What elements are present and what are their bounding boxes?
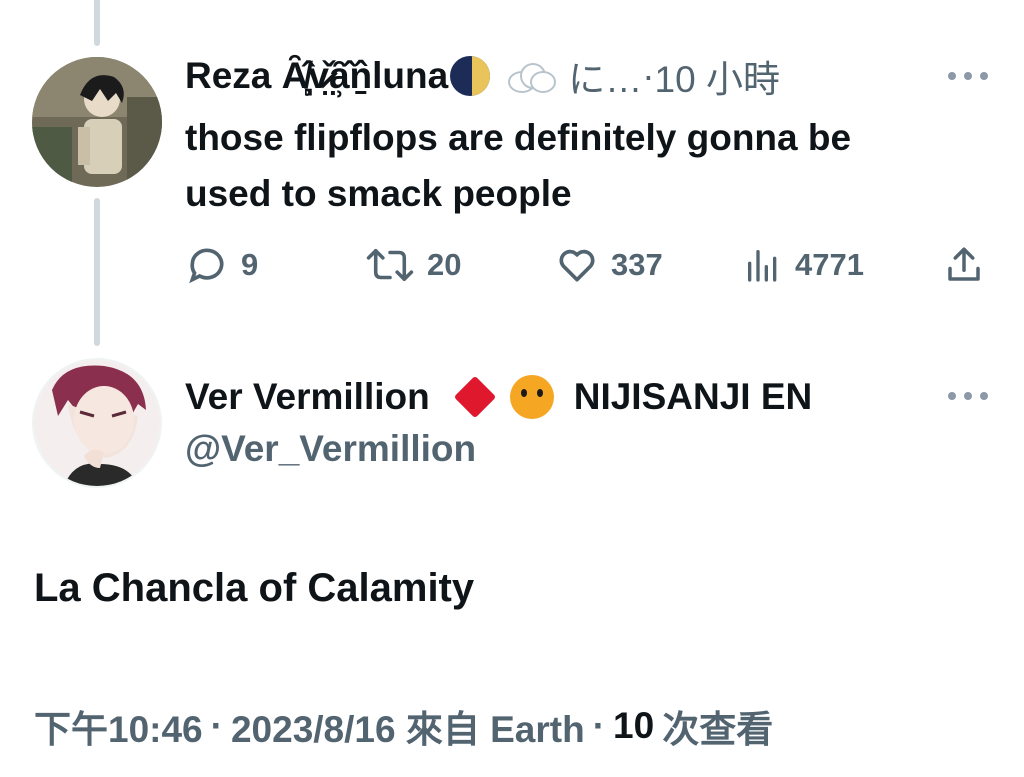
tweet-date-source[interactable]: 2023/8/16 來自 Earth — [231, 699, 585, 753]
tweet-author-handle[interactable]: @Ver_Vermillion — [185, 428, 476, 470]
red-diamond-icon — [453, 375, 496, 419]
reply-time-separator: · — [642, 55, 655, 96]
tweet-views-count: 10 — [613, 705, 655, 746]
thread-line — [94, 0, 100, 46]
tweet-author-line[interactable]: Ver Vermillion NIJISANJI EN — [185, 372, 812, 422]
tweet-meta: 下午10:46 · 2023/8/16 來自 Earth · 10 次查看 — [34, 700, 773, 752]
reply-author-avatar[interactable] — [32, 57, 162, 187]
waning-moon-icon — [450, 56, 491, 96]
like-count: 337 — [611, 247, 663, 282]
tweet-more-options-icon[interactable] — [948, 391, 988, 401]
share-icon — [948, 247, 980, 281]
tweet-author-org[interactable]: NIJISANJI EN — [574, 376, 813, 418]
meta-separator: · — [210, 705, 223, 746]
reply-button[interactable]: 9 — [185, 240, 258, 290]
tweet-views-label: 次查看 — [662, 709, 774, 750]
like-button[interactable]: 337 — [555, 240, 663, 290]
retweet-button[interactable]: 20 — [365, 240, 461, 290]
retweet-count: 20 — [427, 247, 462, 282]
meta-separator: · — [592, 705, 606, 746]
view-count: 4771 — [795, 247, 864, 282]
analytics-icon — [748, 250, 777, 282]
comment-icon — [189, 248, 224, 284]
heart-icon — [559, 249, 595, 282]
reply-author-handle[interactable]: に… — [568, 49, 642, 103]
tweet-author-avatar[interactable] — [32, 358, 162, 488]
views-button[interactable]: 4771 — [743, 240, 864, 290]
reply-count: 9 — [241, 247, 259, 282]
reply-header: Reza Ȃ̸̹̻̂v̷̤̌ȃ̹̂ṉ̂luna に… · 10 小時 — [185, 50, 780, 102]
retweet-icon — [366, 248, 414, 282]
tweet-text: La Chancla of Calamity — [34, 566, 475, 610]
thread-line — [94, 198, 100, 346]
tweet-author-name[interactable]: Ver Vermillion — [185, 376, 430, 418]
share-button[interactable] — [943, 240, 985, 290]
reply-author-name[interactable]: Reza Ȃ̸̹̻̂v̷̤̌ȃ̹̂ṉ̂luna — [185, 55, 448, 97]
tiger-face-icon — [509, 375, 554, 419]
reply-text: those flipflops are definitely gonna be … — [185, 117, 852, 214]
reply-action-bar: 9 20 337 4771 — [185, 240, 985, 290]
tweet-time[interactable]: 下午10:46 — [34, 699, 203, 753]
cloud-icon — [504, 61, 557, 93]
reply-more-options-icon[interactable] — [948, 71, 988, 81]
reply-timestamp[interactable]: 10 小時 — [655, 49, 780, 103]
